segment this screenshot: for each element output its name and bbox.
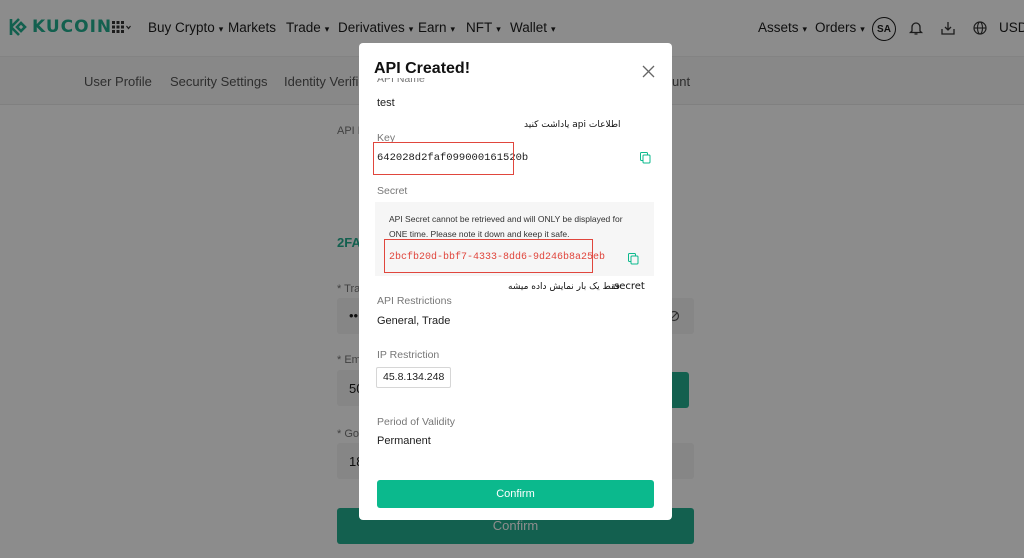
validity-label: Period of Validity bbox=[377, 416, 456, 428]
api-name-value: test bbox=[377, 97, 395, 109]
modal-title: API Created! bbox=[374, 60, 471, 77]
annotation-note-api: اطلاعات api یاداشت کنید bbox=[524, 120, 621, 130]
ip-restriction-label: IP Restriction bbox=[377, 349, 440, 361]
api-restrictions-label: API Restrictions bbox=[377, 295, 452, 307]
close-icon[interactable] bbox=[642, 65, 655, 78]
secret-highlight-box bbox=[384, 239, 593, 273]
ip-restriction-value: 45.8.134.248 bbox=[376, 367, 452, 388]
annotation-note-secret: فقط یک بار نمایش داده میشه bbox=[508, 282, 620, 292]
confirm-button[interactable]: Confirm bbox=[377, 480, 654, 508]
validity-value: Permanent bbox=[377, 435, 431, 447]
key-highlight-box bbox=[373, 142, 514, 175]
copy-key-icon[interactable] bbox=[640, 152, 651, 164]
api-restrictions-value: General, Trade bbox=[377, 315, 451, 327]
secret-warning-text: API Secret cannot be retrieved and will … bbox=[389, 214, 623, 239]
api-name-label: API Name bbox=[377, 78, 425, 85]
secret-label: Secret bbox=[377, 185, 408, 197]
copy-secret-icon[interactable] bbox=[628, 253, 639, 265]
